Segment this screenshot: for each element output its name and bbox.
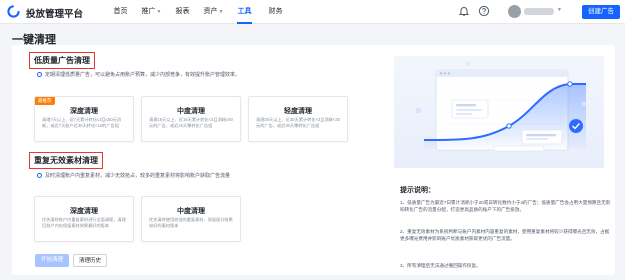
nav-label: 资产: [203, 8, 218, 15]
top-navbar: 投放管理平台 首页 推广▼ 报表 资产▼ 工具 财务 ▼ 创建广告: [0, 0, 625, 24]
option-card-light-clean[interactable]: 轻度清理 清理30天以上、近30天累计转化<3且消耗<30元的广告，或近30天零…: [248, 96, 348, 142]
nav-item-promote[interactable]: 推广▼: [136, 0, 167, 24]
tip-item: 2、重复无效素材为系统判断与账户内素材内容重复的素材，使用重复素材将较少获得曝光…: [400, 229, 610, 241]
chevron-down-icon: ▼: [218, 9, 224, 15]
section-desc-duplicate-material: 及时清理账户内重复素材，减少无效抢占，较多的重复素材将影响账户获取广告流量: [37, 172, 230, 179]
option-name: 轻度清理: [284, 108, 312, 115]
option-desc: 清理30天以上、近30天累计转化<3且消耗<30元的广告，或近30天零转化广告组: [256, 117, 341, 128]
option-desc: 优先清除账户内重复素材进行全面清理，清理后账户内仅保留素材效果最好的版本: [42, 217, 126, 228]
section-desc-text: 定期清理低质量广告，可以避免占用账户预算，减少内部竞争，有效提升账户管理效率。: [45, 72, 241, 78]
option-desc: 清理15天以上、近15天累计转化<3且消耗≤50元的广告，或近15天零转化广告组: [149, 117, 233, 128]
nav-label: 报表: [175, 8, 190, 15]
clean-history-button[interactable]: 清理历史: [73, 254, 107, 267]
section-desc-text: 及时清理账户内重复素材，减少无效抢占，较多的重复素材将影响账户获取广告流量: [45, 173, 231, 179]
dashboard-illustration: [394, 56, 604, 168]
bell-icon[interactable]: [458, 5, 470, 17]
chevron-down-icon: ▼: [156, 9, 162, 15]
nav-label: 首页: [113, 8, 128, 15]
nav-label: 推广: [141, 8, 156, 15]
section-title-duplicate-material: 重复无效素材清理: [29, 152, 103, 169]
tips-title: 提示说明：: [400, 187, 435, 194]
nav-label: 财务: [268, 8, 283, 15]
nav-item-tools[interactable]: 工具: [229, 0, 260, 24]
tip-item: 1、低质量广告为最近7日累计消耗小于20或日转化数约小于3的广告；低质量广告会占…: [400, 200, 611, 212]
option-name: 中度清理: [177, 108, 205, 115]
option-name: 深度清理: [70, 208, 98, 215]
chevron-down-icon[interactable]: ▼: [557, 7, 562, 13]
create-ad-button[interactable]: 创建广告: [582, 5, 620, 19]
option-card-dup-medium-clean[interactable]: 中度清理 优先清除使用较低的重复素材，保留部分效果较好的素材版本: [141, 196, 241, 242]
nav-item-reports[interactable]: 报表: [167, 0, 198, 24]
option-card-deep-clean[interactable]: 最推荐 深度清理 清理7天以上、近7天累计转化≤3且≤50元消耗，或近7天账户近…: [34, 96, 134, 142]
logo-icon: [7, 5, 20, 18]
nav-item-finance[interactable]: 财务: [260, 0, 291, 24]
start-clean-button[interactable]: 开始清理: [35, 254, 69, 267]
recommend-badge: 最推荐: [35, 97, 55, 105]
tip-item: 3、所有清理后无法通过撤回操作恢复。: [400, 263, 481, 268]
main-nav: 首页 推广▼ 报表 资产▼ 工具 财务: [105, 0, 291, 24]
option-card-dup-deep-clean[interactable]: 深度清理 优先清除账户内重复素材进行全面清理，清理后账户内仅保留素材效果最好的版…: [34, 196, 134, 242]
section-desc-low-quality: 定期清理低质量广告，可以避免占用账户预算，减少内部竞争，有效提升账户管理效率。: [37, 71, 240, 78]
option-desc: 清理7天以上、近7天累计转化≤3且≤50元消耗，或近7天账户近30天转化<10的…: [42, 117, 122, 128]
avatar[interactable]: [508, 5, 521, 18]
nav-item-assets[interactable]: 资产▼: [198, 0, 229, 24]
section-title-low-quality: 低质量广告清理: [29, 52, 95, 69]
header-icons: [458, 5, 490, 17]
account-name-redacted[interactable]: [524, 8, 554, 15]
option-name: 深度清理: [70, 108, 98, 115]
help-icon[interactable]: [478, 5, 490, 17]
info-dot-icon: [37, 173, 42, 178]
nav-item-home[interactable]: 首页: [105, 0, 136, 24]
info-dot-icon: [37, 72, 42, 77]
option-card-medium-clean[interactable]: 中度清理 清理15天以上、近15天累计转化<3且消耗≤50元的广告，或近15天零…: [141, 96, 241, 142]
option-desc: 优先清除使用较低的重复素材，保留部分效果较好的素材版本: [149, 217, 233, 228]
option-name: 中度清理: [177, 208, 205, 215]
nav-label: 工具: [237, 8, 252, 15]
app-title: 投放管理平台: [26, 9, 84, 20]
